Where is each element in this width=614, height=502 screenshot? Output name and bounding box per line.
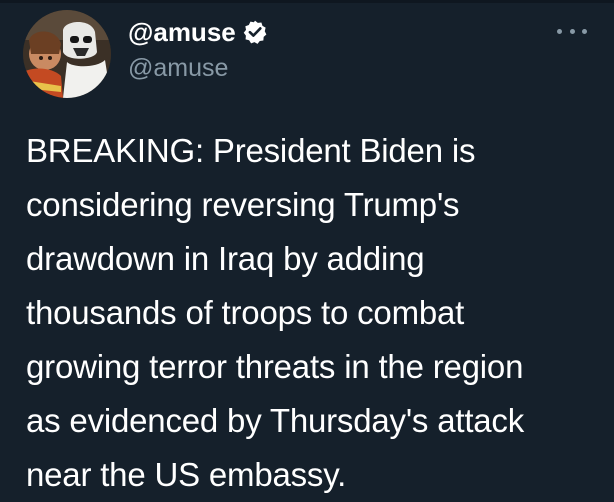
more-dot <box>582 28 587 34</box>
tweet-text: BREAKING: President Biden is considering… <box>26 132 525 493</box>
verified-badge-icon <box>242 19 268 45</box>
avatar-image <box>23 10 111 98</box>
avatar[interactable] <box>23 10 111 98</box>
user-handle[interactable]: @amuse <box>128 53 528 83</box>
display-name[interactable]: @amuse <box>128 16 236 48</box>
more-dot <box>557 28 562 34</box>
name-row: @amuse <box>128 16 528 48</box>
author-block: @amuse @amuse <box>128 16 528 83</box>
tweet-card: @amuse @amuse BREAKING: President Biden … <box>0 0 614 502</box>
more-options-icon[interactable] <box>557 26 587 36</box>
more-dot <box>569 28 575 34</box>
